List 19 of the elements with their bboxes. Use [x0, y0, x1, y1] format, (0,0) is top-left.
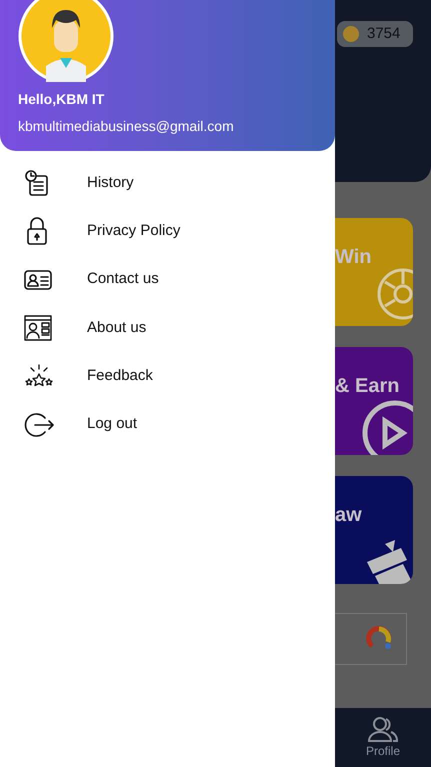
- menu-item[interactable]: Privacy Policy: [0, 207, 335, 256]
- logout-icon: [23, 410, 55, 439]
- nav-tab[interactable]: Profile: [366, 708, 400, 767]
- ad-logo-icon: [364, 626, 394, 652]
- menu-item[interactable]: Contact us: [0, 256, 335, 304]
- user-email: kbmultimediabusiness@gmail.com: [18, 117, 235, 136]
- reward-card[interactable]: aw: [335, 476, 413, 584]
- menu-item[interactable]: About us: [0, 304, 335, 352]
- coin-count: 3754: [367, 24, 400, 44]
- clipboard-clock-icon: [23, 169, 51, 198]
- profile-page-icon: [23, 314, 53, 342]
- people-icon: [366, 716, 399, 742]
- greeting: Hello,KBM IT: [18, 90, 106, 109]
- coin-icon: [343, 26, 359, 42]
- reward-card[interactable]: & Earn: [335, 347, 413, 455]
- menu-item[interactable]: History: [0, 159, 335, 208]
- id-card-icon: [23, 268, 53, 292]
- menu-item[interactable]: Feedback: [0, 352, 335, 400]
- menu-item[interactable]: Log out: [0, 400, 335, 449]
